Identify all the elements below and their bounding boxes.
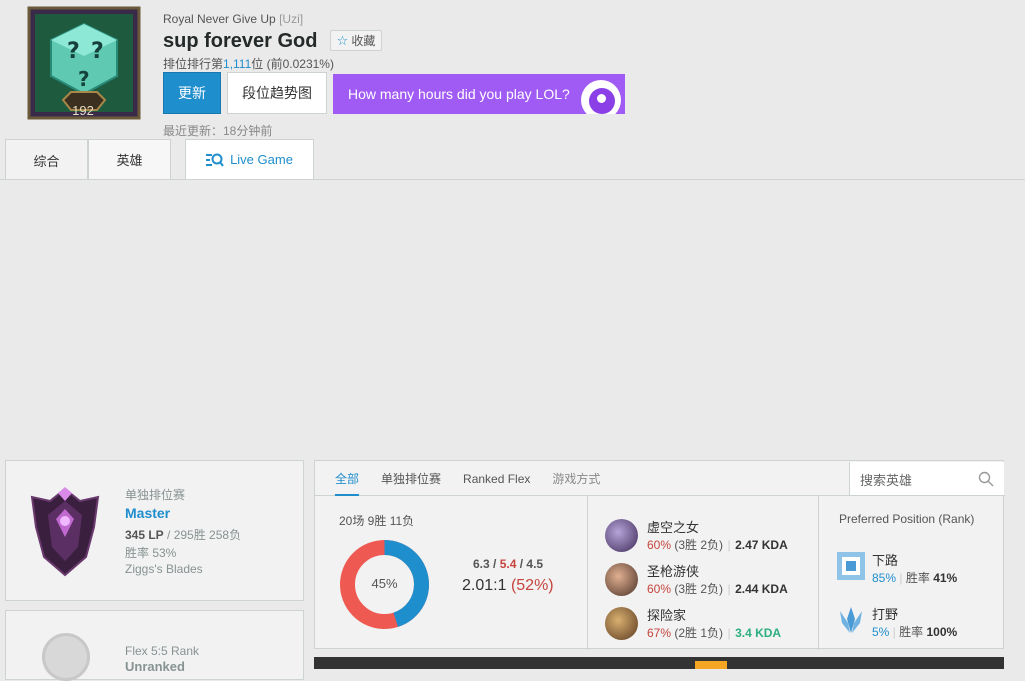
champion-search-input[interactable]: 搜索英雄 [849, 462, 1004, 495]
ad-text: How many hours did you play LOL? [348, 86, 570, 102]
last-updated: 最近更新：18分钟前 [163, 124, 273, 138]
star-icon: ☆ [336, 32, 349, 48]
master-emblem-icon [28, 487, 102, 577]
filter-game-mode[interactable]: 游戏方式 [552, 461, 600, 496]
champion-name: 虚空之女 [647, 520, 700, 535]
team-tag: [Uzi] [279, 12, 304, 26]
champion-row[interactable]: 虚空之女 60% (3胜 2负) | 2.47 KDA [605, 513, 815, 557]
champion-winrate: 67% [647, 626, 672, 640]
solo-winrate: 胜率 53% [125, 546, 177, 560]
champion-avatar [605, 606, 638, 640]
tab-overview[interactable]: 综合 [5, 139, 88, 180]
ladder-rank-prefix: 排位排行第 [163, 57, 224, 71]
preferred-position-title: Preferred Position (Rank) [839, 512, 975, 526]
champion-record: (2胜 1负) [674, 626, 724, 640]
winrate-donut: 45% [339, 539, 430, 630]
avg-deaths: 5.4 [499, 557, 517, 571]
svg-text:?: ? [78, 67, 90, 91]
team-label: Royal Never Give Up [163, 12, 276, 26]
solo-league-name[interactable]: Ziggs's Blades [125, 562, 203, 576]
position-winrate: 41% [933, 571, 958, 585]
champion-name: 圣枪游侠 [647, 564, 700, 579]
flex-rank-box: Flex 5:5 Rank Unranked [5, 610, 304, 681]
games-summary: 20场 9胜 11负 [339, 514, 415, 528]
champion-name: 探险家 [647, 608, 687, 623]
filter-all[interactable]: 全部 [335, 461, 360, 496]
solo-lp: 345 LP [125, 528, 164, 542]
filter-solo[interactable]: 单独排位赛 [381, 461, 441, 496]
tab-champions[interactable]: 英雄 [88, 139, 171, 180]
champion-winrate: 60% [647, 538, 672, 552]
avg-assists: 4.5 [526, 557, 544, 571]
champion-record: (3胜 2负) [674, 538, 724, 552]
match-list-header [314, 657, 1004, 669]
summoner-name: sup forever God [163, 30, 318, 52]
panel-divider-1 [587, 496, 588, 650]
position-name: 打野 [872, 607, 899, 622]
champion-row[interactable]: 探险家 67% (2胜 1负) | 3.4 KDA [605, 601, 815, 645]
solo-lp-record: 345 LP / 295胜 258负 [125, 526, 241, 543]
unranked-emblem-icon [42, 633, 90, 681]
recent-stats-panel: 全部 单独排位赛 Ranked Flex 游戏方式 搜索英雄 20场 9胜 11… [314, 460, 1005, 650]
tab-divider [0, 179, 1025, 180]
champion-list: 虚空之女 60% (3胜 2负) | 2.47 KDA 圣枪游侠 60% (3胜 2负)… [605, 513, 815, 645]
ad-banner[interactable]: How many hours did you play LOL? [333, 74, 625, 114]
champion-avatar [605, 518, 638, 552]
tab-live-game[interactable]: Live Game [185, 139, 314, 180]
bot-lane-icon [836, 551, 866, 581]
live-game-label: Live Game [230, 152, 293, 167]
favorite-label: 收藏 [351, 34, 376, 48]
ladder-rank: 排位排行第1,111位 (前0.0231%) [163, 55, 334, 72]
solo-rank-box: 单独排位赛 Master 345 LP / 295胜 258负 胜率 53% Z… [5, 460, 304, 601]
champion-kda: 2.47 KDA [735, 538, 788, 552]
avg-kills: 6.3 [473, 557, 490, 571]
champion-winrate: 60% [647, 582, 672, 596]
champion-kda: 3.4 KDA [735, 626, 782, 640]
position-share: 85% [872, 571, 897, 585]
kda-line: 6.3 / 5.4 / 4.5 [473, 557, 544, 571]
kda-ratio: 2.01:1 [462, 577, 507, 594]
kill-participation: (52%) [510, 577, 554, 594]
flex-queue-label: Flex 5:5 Rank [125, 644, 200, 658]
position-stats: 85% | 胜率 41% [872, 571, 958, 585]
mascot-icon [581, 80, 621, 114]
favorite-button[interactable]: ☆ 收藏 [330, 30, 382, 51]
champion-record: (3胜 2负) [674, 582, 724, 596]
champion-row[interactable]: 圣枪游侠 60% (3胜 2负) | 2.44 KDA [605, 557, 815, 601]
ladder-rank-value[interactable]: 1,111 [223, 57, 251, 71]
position-winrate: 100% [926, 625, 958, 639]
main-tabs: 综合 英雄 Live Game [5, 139, 314, 180]
solo-tier: Master [125, 505, 171, 521]
tier-trend-button[interactable]: 段位趋势图 [227, 72, 327, 114]
kda-ratio-line: 2.01:1 (52%) [462, 577, 554, 595]
team-name: Royal Never Give Up [Uzi] [163, 12, 303, 26]
champion-search-placeholder: 搜索英雄 [860, 473, 913, 488]
position-winrate-label: 胜率 [899, 625, 924, 639]
filter-flex[interactable]: Ranked Flex [463, 461, 530, 496]
ladder-rank-suffix: 位 (前0.0231%) [251, 57, 334, 71]
position-name: 下路 [872, 553, 899, 568]
jungle-icon [836, 605, 866, 635]
search-icon[interactable] [978, 471, 994, 487]
champion-kda: 2.44 KDA [735, 582, 788, 596]
flex-tier: Unranked [125, 659, 185, 674]
level-badge: 192 [72, 103, 94, 118]
solo-queue-label: 单独排位赛 [125, 488, 186, 502]
position-winrate-label: 胜率 [905, 571, 930, 585]
live-search-icon [206, 153, 224, 167]
solo-record: / 295胜 258负 [163, 528, 242, 542]
position-stats: 5% | 胜率 100% [872, 625, 958, 639]
position-share: 5% [872, 625, 890, 639]
donut-winrate-label: 45% [371, 576, 398, 591]
champion-avatar [605, 562, 638, 596]
match-list-accent [695, 661, 727, 669]
svg-text:?: ? [91, 39, 104, 64]
svg-text:?: ? [67, 39, 80, 64]
panel-divider-2 [818, 496, 819, 650]
update-button[interactable]: 更新 [163, 72, 221, 114]
